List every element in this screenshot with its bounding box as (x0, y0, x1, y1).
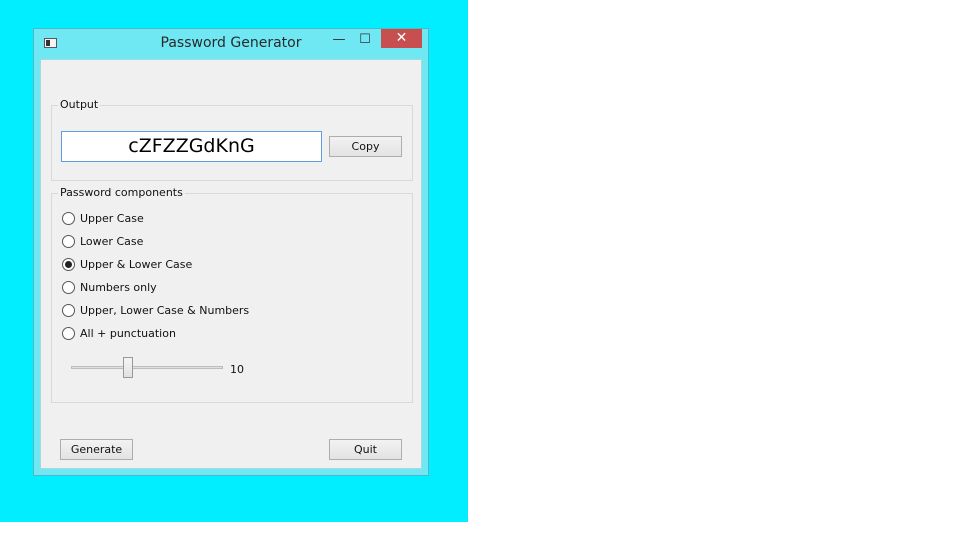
copy-button[interactable]: Copy (329, 136, 402, 157)
length-value: 10 (230, 363, 244, 376)
option-label: Numbers only (80, 281, 157, 294)
option-label: All + punctuation (80, 327, 176, 340)
title-bar[interactable]: Password Generator — ☐ ✕ (34, 29, 428, 59)
password-components-group: Password components Upper Case Lower Cas… (51, 186, 413, 403)
components-group-label: Password components (58, 186, 185, 199)
option-label: Upper & Lower Case (80, 258, 193, 271)
radio-button[interactable] (62, 212, 75, 225)
minimize-button[interactable]: — (326, 31, 352, 49)
radio-button-selected[interactable] (62, 258, 75, 271)
radio-button[interactable] (62, 281, 75, 294)
generate-button[interactable]: Generate (60, 439, 133, 460)
output-group-label: Output (58, 98, 101, 111)
output-group: Output cZFZZGdKnG Copy (51, 98, 413, 181)
length-slider-handle[interactable] (123, 357, 133, 378)
quit-button[interactable]: Quit (329, 439, 402, 460)
option-label: Upper, Lower Case & Numbers (80, 304, 250, 317)
option-label: Lower Case (80, 235, 144, 248)
close-button[interactable]: ✕ (381, 29, 422, 48)
password-generator-window: Password Generator — ☐ ✕ Output cZFZZGdK… (33, 28, 429, 476)
radio-button[interactable] (62, 235, 75, 248)
radio-button[interactable] (62, 327, 75, 340)
maximize-button[interactable]: ☐ (352, 31, 378, 49)
password-output-field[interactable]: cZFZZGdKnG (61, 131, 322, 162)
window-client-area: Output cZFZZGdKnG Copy Password componen… (40, 59, 422, 469)
radio-button[interactable] (62, 304, 75, 317)
length-slider-track[interactable] (71, 366, 223, 369)
option-label: Upper Case (80, 212, 144, 225)
